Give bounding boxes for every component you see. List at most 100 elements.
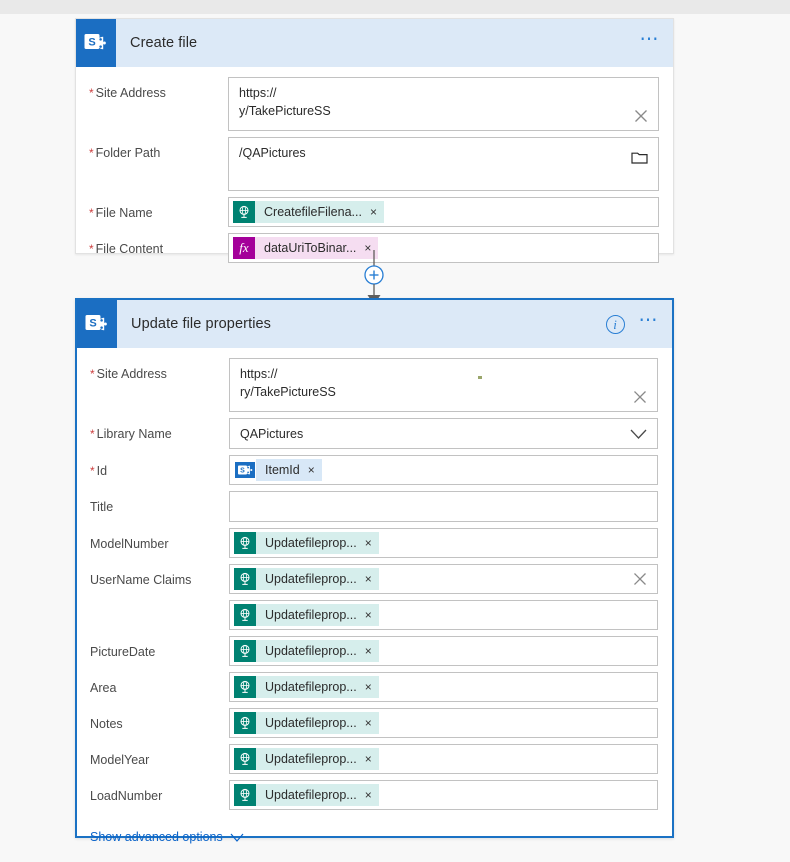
card-header-create-file[interactable]: S Create file ⋯ xyxy=(76,19,673,67)
field-label-folder-path: * Folder Path xyxy=(89,146,161,160)
modelyear-input[interactable]: Updatefileprop... × xyxy=(229,744,658,774)
field-label-file-content: * File Content xyxy=(89,242,164,256)
library-name-dropdown[interactable]: QAPictures xyxy=(229,418,658,449)
field-row-title: Title xyxy=(77,491,672,522)
token-chip-updatefileprop[interactable]: Updatefileprop... × xyxy=(234,676,379,698)
unlabeled-input[interactable]: Updatefileprop... × xyxy=(229,600,658,630)
field-row-site-address: * Site Address https:// ry/TakePictureSS xyxy=(77,358,672,412)
token-label: Updatefileprop... xyxy=(265,608,357,622)
library-name-value: QAPictures xyxy=(240,426,304,441)
token-remove-icon[interactable]: × xyxy=(365,537,372,549)
required-asterisk: * xyxy=(90,427,95,441)
required-asterisk: * xyxy=(90,464,95,478)
site-address-line1: https:// xyxy=(239,86,277,100)
token-chip-body: ItemId × xyxy=(256,459,322,481)
folder-path-value: /QAPictures xyxy=(239,146,306,160)
sharepoint-icon: S xyxy=(76,19,116,67)
token-remove-icon[interactable]: × xyxy=(365,717,372,729)
token-chip-body: Updatefileprop... × xyxy=(256,604,379,626)
field-label-modelyear: ModelYear xyxy=(90,753,150,767)
token-chip-updatefileprop[interactable]: Updatefileprop... × xyxy=(234,604,379,626)
token-chip-updatefileprop[interactable]: Updatefileprop... × xyxy=(234,748,379,770)
field-label-unlabeled xyxy=(90,600,229,609)
info-icon[interactable]: i xyxy=(605,314,625,334)
token-chip-updatefileprop[interactable]: Updatefileprop... × xyxy=(234,568,379,590)
token-chip-body: Updatefileprop... × xyxy=(256,640,379,662)
dynamic-content-icon xyxy=(234,532,256,554)
token-chip-updatefileprop[interactable]: Updatefileprop... × xyxy=(234,532,379,554)
folder-path-input[interactable]: /QAPictures xyxy=(228,137,659,191)
card-body-update-file-properties: * Site Address https:// ry/TakePictureSS … xyxy=(77,348,672,844)
picturedate-input[interactable]: Updatefileprop... × xyxy=(229,636,658,666)
token-label: Updatefileprop... xyxy=(265,572,357,586)
clear-x-icon[interactable] xyxy=(633,108,649,124)
card-title: Update file properties xyxy=(131,316,272,332)
field-row-library-name: * Library Name QAPictures xyxy=(77,418,672,449)
clear-x-icon[interactable] xyxy=(632,389,648,405)
modelnumber-input[interactable]: Updatefileprop... × xyxy=(229,528,658,558)
site-address-input[interactable]: https:// y/TakePictureSS xyxy=(228,77,659,131)
field-label-library-name: * Library Name xyxy=(90,427,172,441)
token-chip-body: dataUriToBinar... × xyxy=(255,237,379,259)
area-input[interactable]: Updatefileprop... × xyxy=(229,672,658,702)
field-row-picturedate: PictureDate Updatefileprop... × xyxy=(77,636,672,666)
token-label: dataUriToBinar... xyxy=(264,241,357,255)
token-remove-icon[interactable]: × xyxy=(365,609,372,621)
site-address-input[interactable]: https:// ry/TakePictureSS xyxy=(229,358,658,412)
field-label-picturedate: PictureDate xyxy=(90,645,156,659)
field-row-file-name: * File Name CreatefileFilena... × xyxy=(76,197,673,227)
token-label: Updatefileprop... xyxy=(265,680,357,694)
token-chip-updatefileprop[interactable]: Updatefileprop... × xyxy=(234,784,379,806)
title-input[interactable] xyxy=(229,491,658,522)
chevron-down-icon[interactable] xyxy=(630,428,647,439)
token-chip-datauritobinary[interactable]: fx dataUriToBinar... × xyxy=(233,237,379,259)
field-row-area: Area Updatefileprop... × xyxy=(77,672,672,702)
token-remove-icon[interactable]: × xyxy=(365,753,372,765)
function-fx-icon: fx xyxy=(233,237,255,259)
token-label: Updatefileprop... xyxy=(265,752,357,766)
ellipsis-icon[interactable]: ⋯ xyxy=(639,311,661,333)
field-label-area: Area xyxy=(90,681,117,695)
dynamic-content-icon xyxy=(234,712,256,734)
card-header-update-file-properties[interactable]: S Update file properties i ⋯ xyxy=(77,300,672,348)
token-remove-icon[interactable]: × xyxy=(308,464,315,476)
site-address-line2: y/TakePictureSS xyxy=(239,104,331,118)
folder-icon[interactable] xyxy=(631,150,648,165)
chevron-down-icon[interactable] xyxy=(230,833,244,842)
action-card-create-file[interactable]: S Create file ⋯ * Site Address https:// y… xyxy=(75,18,674,263)
show-advanced-options-link[interactable]: Show advanced options xyxy=(77,816,672,844)
token-chip-itemid[interactable]: S ItemId × xyxy=(234,459,322,481)
dynamic-content-icon xyxy=(234,784,256,806)
file-content-input[interactable]: fx dataUriToBinar... × xyxy=(228,233,659,263)
token-remove-icon[interactable]: × xyxy=(365,681,372,693)
clear-x-icon[interactable] xyxy=(632,571,648,587)
token-chip-updatefileprop[interactable]: Updatefileprop... × xyxy=(234,712,379,734)
field-row-folder-path: * Folder Path /QAPictures xyxy=(76,137,673,191)
token-chip-body: Updatefileprop... × xyxy=(256,676,379,698)
token-remove-icon[interactable]: × xyxy=(365,789,372,801)
card-header-actions[interactable]: ⋯ xyxy=(640,19,662,67)
token-remove-icon[interactable]: × xyxy=(365,645,372,657)
required-asterisk: * xyxy=(89,146,94,160)
field-row-site-address: * Site Address https:// y/TakePictureSS xyxy=(76,77,673,131)
loadnumber-input[interactable]: Updatefileprop... × xyxy=(229,780,658,810)
redaction-mark xyxy=(478,376,482,379)
token-chip-body: CreatefileFilena... × xyxy=(255,201,384,223)
notes-input[interactable]: Updatefileprop... × xyxy=(229,708,658,738)
username-claims-input[interactable]: Updatefileprop... × xyxy=(229,564,658,594)
token-label: Updatefileprop... xyxy=(265,536,357,550)
token-chip-updatefileprop[interactable]: Updatefileprop... × xyxy=(234,640,379,662)
ellipsis-icon[interactable]: ⋯ xyxy=(640,30,662,52)
token-chip-createfile-filename[interactable]: CreatefileFilena... × xyxy=(233,201,384,223)
id-input[interactable]: S ItemId × xyxy=(229,455,658,485)
field-label-site-address: * Site Address xyxy=(90,367,167,381)
field-label-notes: Notes xyxy=(90,717,123,731)
token-remove-icon[interactable]: × xyxy=(365,573,372,585)
action-card-update-file-properties[interactable]: S Update file properties i ⋯ * Site Addre… xyxy=(75,298,674,844)
required-asterisk: * xyxy=(90,367,95,381)
sharepoint-icon: S xyxy=(77,300,117,348)
token-remove-icon[interactable]: × xyxy=(370,206,377,218)
file-name-input[interactable]: CreatefileFilena... × xyxy=(228,197,659,227)
field-label-title: Title xyxy=(90,500,114,514)
card-header-actions[interactable]: i ⋯ xyxy=(605,300,661,348)
